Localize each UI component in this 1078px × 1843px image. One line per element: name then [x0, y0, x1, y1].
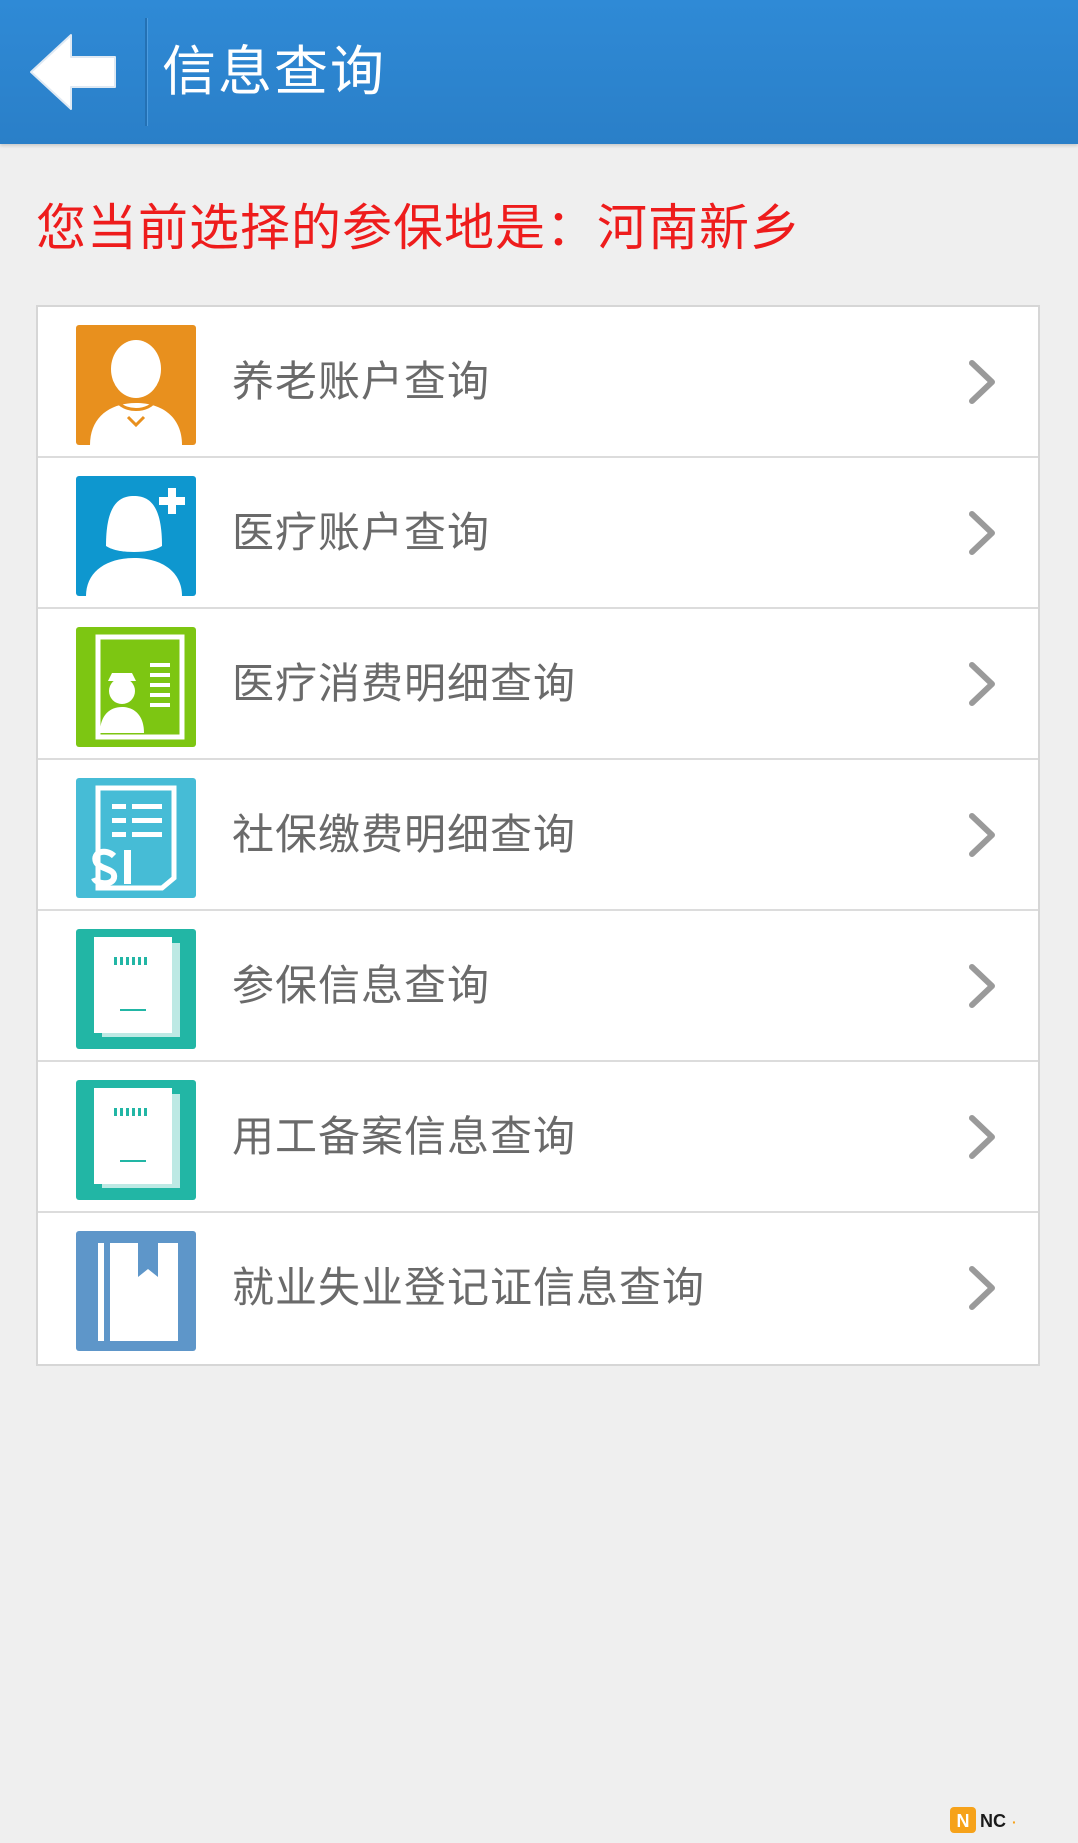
si-document-icon	[76, 778, 196, 898]
menu-item-label: 参保信息查询	[232, 961, 491, 1010]
svg-text:NC: NC	[980, 1811, 1006, 1831]
header-divider	[145, 18, 148, 126]
arrow-left-icon	[29, 34, 116, 110]
chevron-right-icon	[969, 662, 995, 706]
site-watermark: N NC ·	[940, 1801, 1070, 1839]
menu-item-insurance-info[interactable]: 参保信息查询	[38, 911, 1038, 1062]
booklet-icon	[76, 1080, 196, 1200]
menu-item-label: 医疗消费明细查询	[232, 659, 577, 708]
query-menu-list: 养老账户查询 医疗账户查询 医疗消费明细查询 社保缴费明细查询 参保信息查询 用…	[36, 305, 1040, 1366]
svg-text:N: N	[957, 1811, 970, 1831]
menu-item-employment-registration-certificate[interactable]: 就业失业登记证信息查询	[38, 1213, 1038, 1364]
svg-text:·: ·	[1012, 1814, 1017, 1830]
menu-item-employment-filing-info[interactable]: 用工备案信息查询	[38, 1062, 1038, 1213]
menu-item-pension-account[interactable]: 养老账户查询	[38, 307, 1038, 458]
female-user-plus-icon	[76, 476, 196, 596]
chevron-right-icon	[969, 360, 995, 404]
booklet-icon	[76, 929, 196, 1049]
page-title: 信息查询	[162, 40, 386, 103]
menu-item-label: 用工备案信息查询	[232, 1112, 577, 1161]
elderly-person-icon	[76, 325, 196, 445]
insured-location-text: 您当前选择的参保地是：河南新乡	[36, 199, 801, 257]
menu-item-label: 医疗账户查询	[232, 508, 491, 557]
top-navigation-bar: 信息查询	[0, 0, 1078, 144]
chevron-right-icon	[969, 1115, 995, 1159]
medical-record-icon	[76, 627, 196, 747]
chevron-right-icon	[969, 964, 995, 1008]
chevron-right-icon	[969, 1266, 995, 1310]
chevron-right-icon	[969, 511, 995, 555]
menu-item-medical-account[interactable]: 医疗账户查询	[38, 458, 1038, 609]
menu-item-label: 就业失业登记证信息查询	[232, 1263, 706, 1312]
site-watermark-logo: N NC ·	[950, 1807, 1017, 1833]
chevron-right-icon	[969, 813, 995, 857]
back-button[interactable]	[0, 0, 145, 144]
bookmark-book-icon	[76, 1231, 196, 1351]
menu-item-medical-expense-detail[interactable]: 医疗消费明细查询	[38, 609, 1038, 760]
menu-item-label: 养老账户查询	[232, 357, 491, 406]
menu-item-social-security-payment-detail[interactable]: 社保缴费明细查询	[38, 760, 1038, 911]
menu-item-label: 社保缴费明细查询	[232, 810, 577, 859]
